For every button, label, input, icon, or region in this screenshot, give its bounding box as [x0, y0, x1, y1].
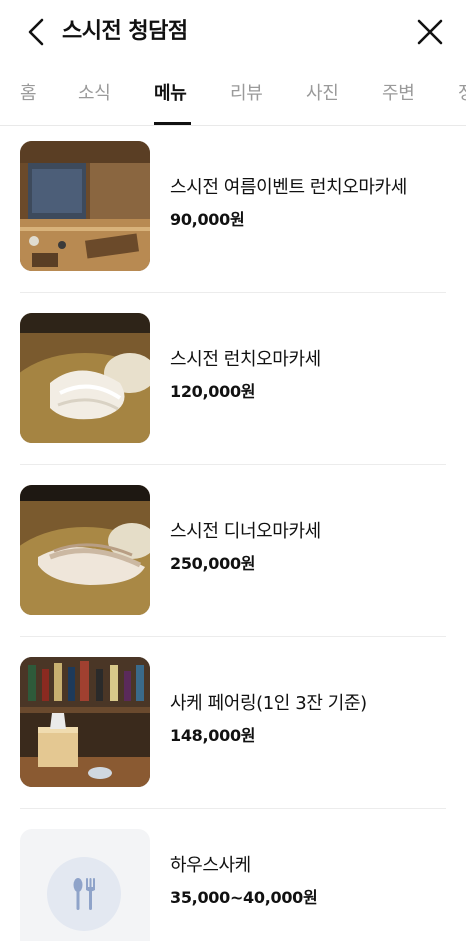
- menu-item-price: 35,000~40,000원: [170, 888, 318, 907]
- menu-item[interactable]: 스시전 디너오마카세 250,000원: [20, 470, 446, 642]
- tab-home[interactable]: 홈: [20, 79, 37, 109]
- tab-reviews[interactable]: 리뷰: [230, 79, 263, 109]
- menu-item[interactable]: 사케 페어링(1인 3잔 기준) 148,000원: [20, 642, 446, 814]
- menu-item-image: [20, 313, 150, 443]
- menu-item-image: [20, 657, 150, 787]
- menu-item-price: 148,000원: [170, 726, 256, 745]
- menu-item-name: 스시전 디너오마카세: [170, 521, 321, 542]
- menu-item-price: 90,000원: [170, 210, 245, 229]
- tab-photos[interactable]: 사진: [306, 79, 339, 109]
- menu-item-price: 120,000원: [170, 382, 256, 401]
- close-icon: [417, 19, 443, 45]
- page-title: 스시전 청담점: [62, 19, 188, 44]
- back-button[interactable]: [20, 14, 52, 50]
- menu-item-image: [20, 485, 150, 615]
- chevron-left-icon: [28, 18, 44, 46]
- menu-item-price: 250,000원: [170, 554, 256, 573]
- menu-item-image-placeholder: [20, 829, 150, 941]
- tab-nearby[interactable]: 주변: [382, 79, 415, 109]
- tab-menu[interactable]: 메뉴: [154, 79, 187, 109]
- menu-item-name: 사케 페어링(1인 3잔 기준): [170, 693, 367, 714]
- divider: [20, 636, 446, 637]
- menu-item-image: [20, 141, 150, 271]
- menu-item-name: 하우스사케: [170, 855, 251, 876]
- placeholder-circle: [47, 857, 121, 931]
- active-tab-indicator: [154, 122, 191, 125]
- app-header: 스시전 청담점: [0, 0, 466, 64]
- menu-item-name: 스시전 런치오마카세: [170, 349, 321, 370]
- menu-item-name: 스시전 여름이벤트 런치오마카세: [170, 177, 407, 198]
- menu-item[interactable]: 하우스사케 35,000~40,000원: [20, 814, 446, 941]
- menu-item[interactable]: 스시전 여름이벤트 런치오마카세 90,000원: [20, 126, 446, 298]
- tab-news[interactable]: 소식: [78, 79, 111, 109]
- divider: [20, 808, 446, 809]
- tab-info[interactable]: 정: [458, 79, 466, 109]
- divider: [20, 464, 446, 465]
- divider: [20, 292, 446, 293]
- close-button[interactable]: [414, 15, 446, 49]
- tab-bar: 홈 소식 메뉴 리뷰 사진 주변 정: [0, 64, 466, 126]
- utensils-icon: [73, 878, 95, 910]
- menu-item[interactable]: 스시전 런치오마카세 120,000원: [20, 298, 446, 470]
